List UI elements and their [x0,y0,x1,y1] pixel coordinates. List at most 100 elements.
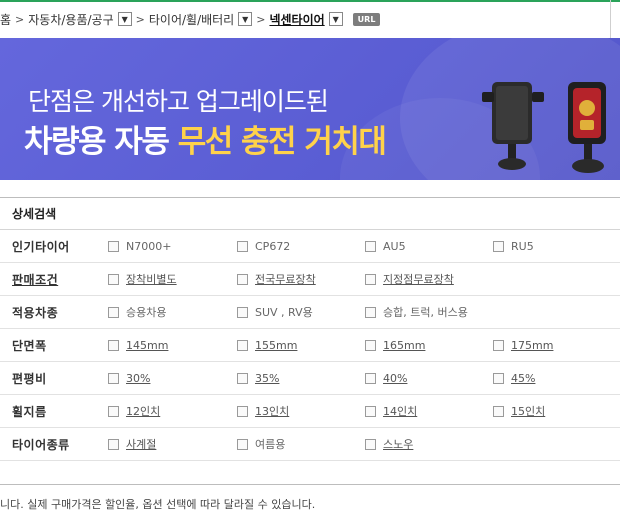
filter-option[interactable]: 장착비별도 [108,271,177,287]
chevron-right-icon: > [256,12,266,26]
filter-option-label[interactable]: 사계절 [126,436,156,452]
breadcrumb-home[interactable]: 홈 [0,11,11,28]
checkbox[interactable] [237,273,248,285]
chevron-down-icon[interactable]: ▼ [238,12,253,26]
filter-option-label: RU5 [511,239,534,253]
filter-option-label[interactable]: 13인치 [255,403,289,419]
checkbox[interactable] [493,372,504,384]
filter-option[interactable]: 사계절 [108,436,156,452]
divider [610,0,620,38]
filter-option[interactable]: 지정점무료장착 [365,271,454,287]
filter-option[interactable]: 14인치 [365,403,417,419]
filter-option[interactable]: 35% [237,372,279,385]
filter-option[interactable]: AU5 [365,240,406,253]
checkbox[interactable] [365,339,376,351]
checkbox[interactable] [108,306,119,318]
breadcrumb-category-auto[interactable]: 자동차/용품/공구 [28,11,113,28]
filter-option-label[interactable]: 145mm [126,339,168,352]
filter-option-label[interactable]: 155mm [255,339,297,352]
filter-option-label[interactable]: 14인치 [383,403,417,419]
filter-option-label[interactable]: 35% [255,372,279,385]
checkbox[interactable] [237,405,248,417]
filter-option[interactable]: 165mm [365,339,425,352]
filter-row-tire-type: 타이어종류 사계절 여름용 스노우 [0,428,620,461]
filter-option[interactable]: 30% [108,372,150,385]
filter-option[interactable]: 승합, 트럭, 버스용 [365,304,468,320]
chevron-down-icon[interactable]: ▼ [117,12,132,26]
checkbox[interactable] [108,405,119,417]
filter-option[interactable]: SUV , RV용 [237,304,313,320]
filter-option[interactable]: 155mm [237,339,297,352]
filter-option-label: AU5 [383,239,406,253]
checkbox[interactable] [237,306,248,318]
phone-holder-image [568,82,606,173]
checkbox[interactable] [365,306,376,318]
checkbox[interactable] [493,240,504,252]
checkbox[interactable] [108,273,119,285]
filter-option-label[interactable]: 전국무료장착 [255,271,316,287]
checkbox[interactable] [108,438,119,450]
banner-title: 차량용 자동 무선 충전 거치대 [24,116,387,161]
checkbox[interactable] [108,339,119,351]
checkbox[interactable] [365,240,376,252]
checkbox[interactable] [108,240,119,252]
breadcrumb-current-nexen[interactable]: 넥센타이어 [269,11,324,28]
chevron-right-icon: > [15,12,25,26]
banner-subtitle: 단점은 개선하고 업그레이드된 [28,87,329,116]
promo-banner[interactable]: 단점은 개선하고 업그레이드된 차량용 자동 무선 충전 거치대 [0,38,620,180]
checkbox[interactable] [365,405,376,417]
filter-option-label: SUV , RV용 [255,306,313,319]
filter-row-label: 휠지름 [12,404,47,419]
checkbox[interactable] [365,273,376,285]
filter-option[interactable]: CP672 [237,240,290,253]
chevron-right-icon: > [135,12,145,26]
filter-option[interactable]: 15인치 [493,403,545,419]
checkbox[interactable] [493,339,504,351]
filter-option-label: N7000+ [126,239,172,253]
detail-search-panel: 상세검색 인기타이어 N7000+ CP672 AU5 RU5 판매조건 장착비… [0,197,620,461]
filter-option-label: 승합, 트럭, 버스용 [383,306,468,319]
checkbox[interactable] [365,372,376,384]
filter-option[interactable]: 전국무료장착 [237,271,316,287]
checkbox[interactable] [365,438,376,450]
filter-option[interactable]: 스노우 [365,436,413,452]
filter-option[interactable]: 12인치 [108,403,160,419]
filter-row-label[interactable]: 판매조건 [12,271,58,288]
filter-row-label: 타이어종류 [12,437,70,452]
filter-option-label: 승용차용 [126,306,167,319]
filter-option-label[interactable]: 30% [126,372,150,385]
filter-option-label[interactable]: 15인치 [511,403,545,419]
filter-option[interactable]: 13인치 [237,403,289,419]
filter-option[interactable]: 175mm [493,339,553,352]
filter-row-label: 단면폭 [12,338,47,353]
filter-option-label[interactable]: 175mm [511,339,553,352]
filter-row-vehicle-type: 적용차종 승용차용 SUV , RV용 승합, 트럭, 버스용 [0,296,620,329]
filter-row-aspect-ratio: 편평비 30% 35% 40% 45% [0,362,620,395]
filter-option-label[interactable]: 165mm [383,339,425,352]
filter-option[interactable]: 145mm [108,339,168,352]
filter-option[interactable]: 40% [365,372,407,385]
breadcrumb-category-tire[interactable]: 타이어/휠/배터리 [149,11,234,28]
filter-option[interactable]: 승용차용 [108,304,166,320]
checkbox[interactable] [108,372,119,384]
checkbox[interactable] [237,438,248,450]
filter-row-sale-condition: 판매조건 장착비별도 전국무료장착 지정점무료장착 [0,263,620,296]
checkbox[interactable] [237,240,248,252]
filter-option[interactable]: 45% [493,372,535,385]
checkbox[interactable] [237,339,248,351]
filter-option-label[interactable]: 지정점무료장착 [383,271,454,287]
checkbox[interactable] [493,405,504,417]
filter-option-label[interactable]: 45% [511,372,535,385]
filter-option-label: 여름용 [255,438,286,451]
filter-option[interactable]: 여름용 [237,436,285,452]
filter-option[interactable]: RU5 [493,240,534,253]
filter-option-label[interactable]: 스노우 [383,436,413,452]
banner-title-highlight: 무선 충전 거치대 [177,124,387,160]
filter-option-label[interactable]: 12인치 [126,403,160,419]
filter-option[interactable]: N7000+ [108,240,171,253]
chevron-down-icon[interactable]: ▼ [328,12,343,26]
filter-option-label[interactable]: 장착비별도 [126,271,177,287]
url-copy-button[interactable]: URL [352,12,381,26]
checkbox[interactable] [237,372,248,384]
filter-option-label[interactable]: 40% [383,372,407,385]
